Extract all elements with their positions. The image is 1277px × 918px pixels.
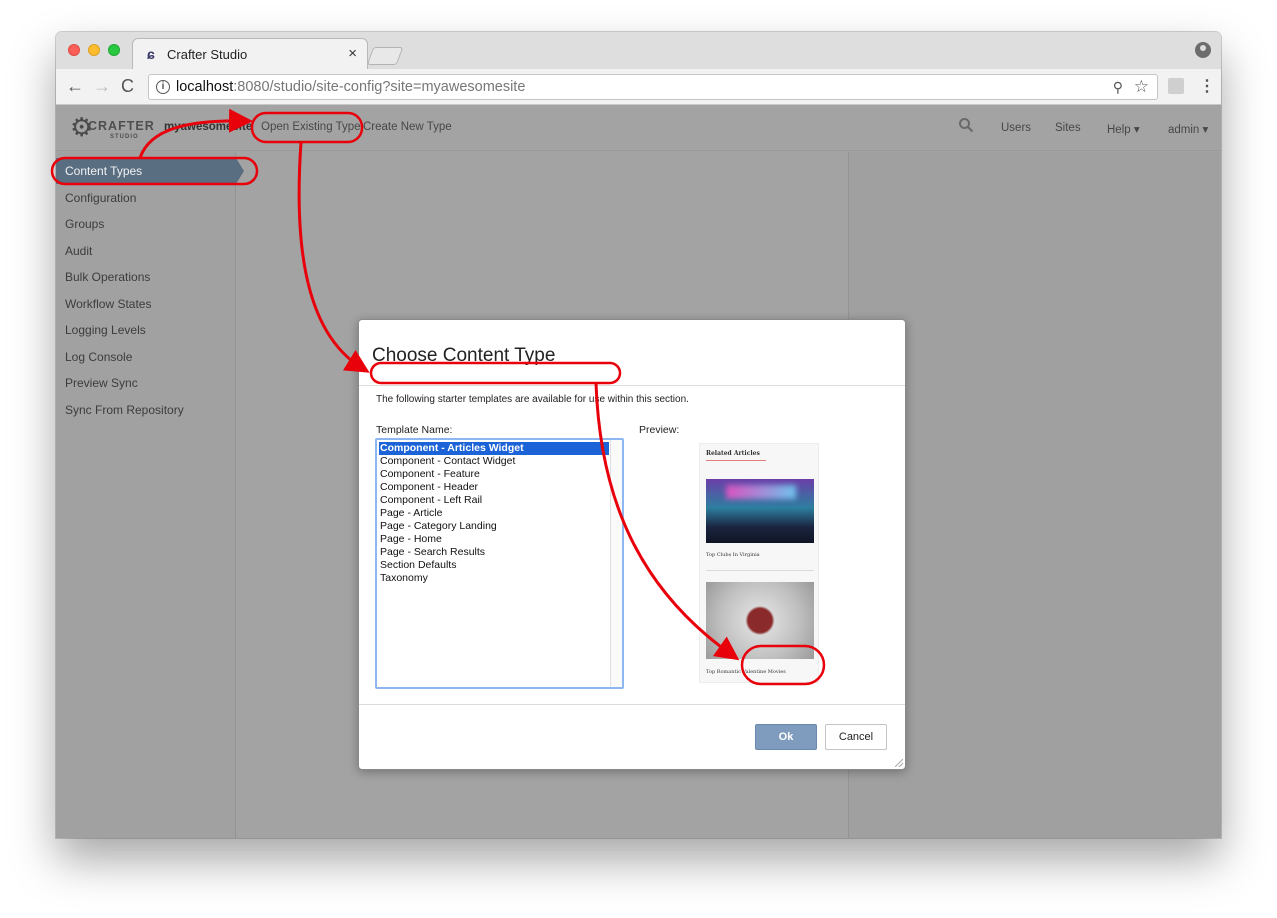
preview-divider: [706, 570, 814, 571]
sidebar-item-content-types[interactable]: Content Types: [56, 158, 244, 184]
sidebar-item-sync-from-repository[interactable]: Sync From Repository: [65, 403, 184, 417]
studio-app: ⚙ CRAFTER STUDIO myawesomesite Open Exis…: [56, 105, 1221, 838]
open-existing-type-link[interactable]: Open Existing Type: [261, 121, 361, 133]
logo-subtext: STUDIO: [110, 134, 139, 140]
template-option[interactable]: Page - Article: [380, 507, 442, 520]
listbox-scrollbar[interactable]: [610, 440, 622, 687]
preview-concert-image: [706, 479, 814, 543]
help-menu[interactable]: Help ▾: [1107, 122, 1140, 136]
extension-icon[interactable]: [1168, 78, 1184, 94]
template-option[interactable]: Section Defaults: [380, 559, 456, 572]
template-option[interactable]: Component - Contact Widget: [380, 455, 515, 468]
create-new-type-link[interactable]: Create New Type: [363, 121, 452, 133]
profile-icon[interactable]: [1195, 42, 1211, 58]
template-preview: Related Articles Top Clubs In Virginia T…: [699, 443, 819, 683]
forward-icon[interactable]: →: [93, 76, 111, 96]
dialog-footer-divider: [359, 704, 905, 705]
template-option[interactable]: Component - Feature: [380, 468, 480, 481]
zoom-icon[interactable]: ⚲: [1113, 79, 1123, 96]
template-option[interactable]: Page - Home: [380, 533, 442, 546]
sidebar-item-preview-sync[interactable]: Preview Sync: [65, 376, 138, 390]
preview-caption: Top Clubs In Virginia: [706, 552, 760, 558]
sidebar-item-logging-levels[interactable]: Logging Levels: [65, 323, 146, 337]
template-option[interactable]: Component - Articles Widget: [379, 442, 609, 455]
template-listbox[interactable]: Component - Articles Widget Component - …: [375, 438, 624, 689]
users-link[interactable]: Users: [1001, 122, 1031, 134]
url-path: :8080/studio/site-config?site=myawesomes…: [233, 79, 526, 95]
sidebar-item-log-console[interactable]: Log Console: [65, 350, 132, 364]
sidebar-item-audit[interactable]: Audit: [65, 244, 92, 258]
dialog-description: The following starter templates are avai…: [376, 394, 689, 405]
admin-sidebar: Content Types Configuration Groups Audit…: [56, 152, 244, 838]
crafter-logo[interactable]: ⚙ CRAFTER STUDIO: [70, 111, 154, 145]
new-tab-button[interactable]: [366, 47, 404, 65]
preview-label: Preview:: [639, 424, 680, 436]
template-option[interactable]: Taxonomy: [380, 572, 428, 585]
logo-text: CRAFTER: [88, 119, 155, 133]
admin-menu[interactable]: admin ▾: [1168, 122, 1208, 136]
template-option[interactable]: Page - Category Landing: [380, 520, 497, 533]
crafter-favicon-icon: ɕ: [147, 46, 155, 62]
url-text[interactable]: localhost:8080/studio/site-config?site=m…: [176, 79, 525, 95]
studio-top-nav: ⚙ CRAFTER STUDIO myawesomesite Open Exis…: [56, 105, 1221, 151]
browser-menu-icon[interactable]: ⋮: [1199, 76, 1215, 96]
template-option[interactable]: Component - Left Rail: [380, 494, 482, 507]
site-name[interactable]: myawesomesite: [164, 121, 252, 133]
sidebar-item-workflow-states[interactable]: Workflow States: [65, 297, 151, 311]
browser-window: ɕ Crafter Studio × ← → C i localhost:808…: [56, 32, 1221, 838]
dialog-divider: [359, 385, 905, 386]
reload-icon[interactable]: C: [121, 76, 134, 96]
browser-tab[interactable]: ɕ Crafter Studio ×: [132, 38, 368, 69]
template-option[interactable]: Page - Search Results: [380, 546, 485, 559]
dialog-title: Choose Content Type: [372, 345, 556, 366]
sidebar-item-configuration[interactable]: Configuration: [65, 191, 136, 205]
resize-grip-icon[interactable]: [895, 759, 903, 767]
sidebar-item-groups[interactable]: Groups: [65, 217, 104, 231]
preview-heading-underline: [706, 460, 766, 461]
window-minimize-button[interactable]: [88, 44, 100, 56]
search-icon[interactable]: [958, 117, 974, 138]
cancel-button[interactable]: Cancel: [825, 724, 887, 750]
ok-button[interactable]: Ok: [755, 724, 817, 750]
tab-title: Crafter Studio: [167, 47, 248, 62]
preview-caption: Top Romantic Valentine Movies: [706, 669, 786, 675]
preview-couple-image: [706, 582, 814, 659]
bookmark-star-icon[interactable]: ☆: [1134, 77, 1149, 97]
url-host: localhost: [176, 79, 234, 95]
template-name-label: Template Name:: [376, 424, 453, 436]
tab-close-icon[interactable]: ×: [348, 45, 357, 62]
preview-heading: Related Articles: [706, 450, 760, 457]
sidebar-item-label: Content Types: [65, 164, 143, 178]
tab-strip: ɕ Crafter Studio ×: [56, 32, 1221, 69]
window-close-button[interactable]: [68, 44, 80, 56]
sites-link[interactable]: Sites: [1055, 122, 1081, 134]
choose-content-type-dialog: Choose Content Type The following starte…: [358, 319, 906, 770]
info-icon[interactable]: i: [156, 80, 170, 94]
template-option[interactable]: Component - Header: [380, 481, 478, 494]
address-bar[interactable]: i localhost:8080/studio/site-config?site…: [148, 74, 1158, 100]
browser-toolbar: ← → C i localhost:8080/studio/site-confi…: [56, 69, 1221, 105]
window-maximize-button[interactable]: [108, 44, 120, 56]
sidebar-item-bulk-operations[interactable]: Bulk Operations: [65, 270, 150, 284]
back-icon[interactable]: ←: [66, 76, 84, 96]
